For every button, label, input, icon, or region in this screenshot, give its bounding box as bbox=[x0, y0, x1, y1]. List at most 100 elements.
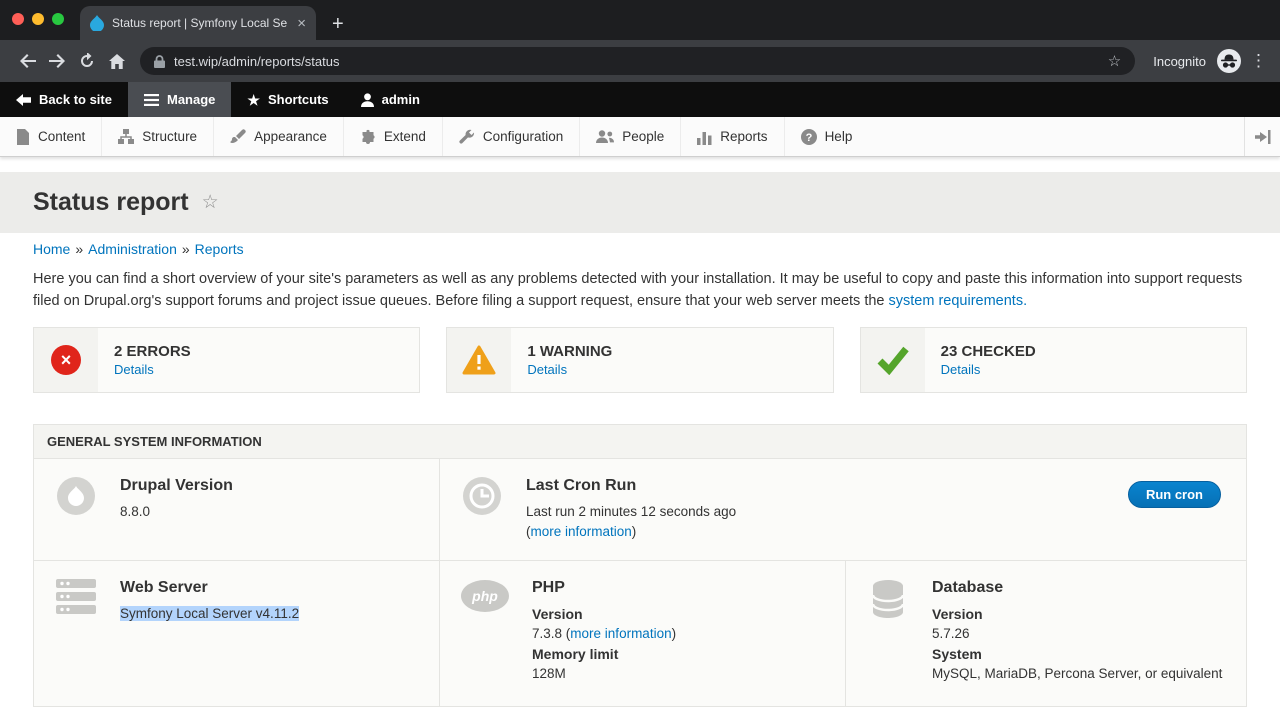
menu-item-structure[interactable]: Structure bbox=[102, 117, 214, 156]
favorite-star-icon[interactable]: ☆ bbox=[202, 191, 219, 214]
content-icon bbox=[16, 129, 30, 145]
drupal-icon bbox=[57, 477, 95, 515]
error-icon: × bbox=[51, 345, 81, 375]
hamburger-icon bbox=[144, 94, 159, 106]
close-tab-icon[interactable]: × bbox=[297, 16, 306, 31]
browser-menu-icon[interactable]: ⋮ bbox=[1250, 51, 1268, 71]
menu-item-configuration[interactable]: Configuration bbox=[443, 117, 580, 156]
menu-item-appearance[interactable]: Appearance bbox=[214, 117, 344, 156]
breadcrumb-home[interactable]: Home bbox=[33, 241, 70, 257]
menu-item-extend[interactable]: Extend bbox=[344, 117, 443, 156]
breadcrumb-separator: » bbox=[75, 241, 83, 257]
shortcuts-tab[interactable]: ★ Shortcuts bbox=[231, 82, 344, 117]
svg-text:php: php bbox=[471, 588, 498, 604]
zoom-window-button[interactable] bbox=[52, 13, 64, 25]
back-to-site-link[interactable]: Back to site bbox=[0, 82, 128, 117]
web-server-title: Web Server bbox=[120, 579, 299, 597]
clock-icon bbox=[463, 477, 501, 515]
people-icon bbox=[596, 129, 614, 145]
drupal-version-title: Drupal Version bbox=[120, 477, 233, 495]
menu-item-people[interactable]: People bbox=[580, 117, 681, 156]
intro-paragraph: Here you can find a short overview of yo… bbox=[33, 269, 1247, 312]
warning-icon bbox=[462, 345, 496, 375]
shortcuts-star-icon: ★ bbox=[247, 93, 260, 107]
warnings-count: 1 WARNING bbox=[527, 343, 612, 360]
admin-menubar: Content Structure Appearance Extend Conf… bbox=[0, 117, 1280, 157]
panel-row-2: Web Server Symfony Local Server v4.11.2 … bbox=[34, 560, 1246, 706]
php-memory-label: Memory limit bbox=[532, 644, 676, 664]
cron-more-information-link[interactable]: more information bbox=[531, 524, 632, 539]
errors-card[interactable]: × 2 ERRORS Details bbox=[33, 327, 420, 393]
breadcrumb-reports[interactable]: Reports bbox=[195, 241, 244, 257]
back-icon[interactable] bbox=[12, 46, 42, 76]
drupal-version-cell: Drupal Version 8.8.0 bbox=[34, 459, 439, 560]
cron-title: Last Cron Run bbox=[526, 477, 736, 495]
menu-item-help[interactable]: ? Help bbox=[785, 117, 869, 156]
menu-item-content[interactable]: Content bbox=[0, 117, 102, 156]
home-icon[interactable] bbox=[102, 46, 132, 76]
user-menu[interactable]: admin bbox=[345, 82, 436, 117]
minimize-window-button[interactable] bbox=[32, 13, 44, 25]
php-icon: php bbox=[460, 579, 510, 613]
errors-count: 2 ERRORS bbox=[114, 343, 191, 360]
server-icon bbox=[56, 579, 96, 614]
main-content: Home » Administration » Reports Here you can… bbox=[0, 241, 1280, 707]
manage-tab[interactable]: Manage bbox=[128, 82, 231, 117]
page-title: Status report bbox=[33, 188, 189, 217]
errors-details-link[interactable]: Details bbox=[114, 362, 191, 377]
url-text[interactable]: test.wip/admin/reports/status bbox=[174, 54, 1099, 69]
close-window-button[interactable] bbox=[12, 13, 24, 25]
bookmark-star-icon[interactable]: ☆ bbox=[1108, 52, 1121, 70]
web-server-value: Symfony Local Server v4.11.2 bbox=[120, 606, 299, 621]
breadcrumb: Home » Administration » Reports bbox=[33, 241, 1247, 257]
panel-row-1: Drupal Version 8.8.0 Last Cron Run Last … bbox=[34, 458, 1246, 560]
configuration-icon bbox=[459, 129, 475, 145]
content-gap bbox=[0, 157, 1280, 172]
browser-tabstrip: Status report | Symfony Local Se × + bbox=[0, 0, 1280, 40]
incognito-label: Incognito bbox=[1153, 54, 1206, 69]
php-more-information-link[interactable]: more information bbox=[570, 626, 671, 641]
warnings-details-link[interactable]: Details bbox=[527, 362, 612, 377]
drupal-version-value: 8.8.0 bbox=[120, 502, 233, 522]
forward-icon[interactable] bbox=[42, 46, 72, 76]
appearance-icon bbox=[230, 129, 246, 145]
checked-details-link[interactable]: Details bbox=[941, 362, 1036, 377]
checked-count: 23 CHECKED bbox=[941, 343, 1036, 360]
panel-header: GENERAL SYSTEM INFORMATION bbox=[34, 425, 1246, 458]
breadcrumb-administration[interactable]: Administration bbox=[88, 241, 177, 257]
checked-card[interactable]: 23 CHECKED Details bbox=[860, 327, 1247, 393]
database-icon bbox=[871, 579, 905, 619]
breadcrumb-separator: » bbox=[182, 241, 190, 257]
toolbar-orientation-toggle[interactable] bbox=[1244, 117, 1280, 156]
php-memory-value: 128M bbox=[532, 664, 676, 684]
menu-item-reports[interactable]: Reports bbox=[681, 117, 784, 156]
run-cron-button[interactable]: Run cron bbox=[1128, 481, 1221, 508]
warnings-card[interactable]: 1 WARNING Details bbox=[446, 327, 833, 393]
reports-icon bbox=[697, 129, 712, 145]
incognito-icon bbox=[1216, 48, 1242, 74]
new-tab-button[interactable]: + bbox=[332, 14, 344, 34]
address-bar[interactable]: test.wip/admin/reports/status ☆ bbox=[140, 47, 1135, 75]
lock-icon bbox=[154, 55, 165, 68]
database-title: Database bbox=[932, 579, 1222, 597]
drupal-favicon-icon bbox=[90, 15, 104, 31]
system-requirements-link[interactable]: system requirements. bbox=[889, 293, 1028, 309]
php-title: PHP bbox=[532, 579, 676, 597]
back-arrow-icon bbox=[16, 94, 31, 106]
php-version-label: Version bbox=[532, 604, 676, 624]
status-summary-cards: × 2 ERRORS Details 1 WARNING Details 23 … bbox=[33, 327, 1247, 393]
svg-text:?: ? bbox=[805, 132, 812, 144]
browser-tab[interactable]: Status report | Symfony Local Se × bbox=[80, 6, 316, 40]
structure-icon bbox=[118, 129, 134, 145]
last-cron-run-cell: Last Cron Run Last run 2 minutes 12 seco… bbox=[439, 459, 1246, 560]
database-system-label: System bbox=[932, 644, 1222, 664]
collapse-icon bbox=[1255, 130, 1271, 144]
tab-title: Status report | Symfony Local Se bbox=[112, 16, 289, 30]
browser-toolbar: test.wip/admin/reports/status ☆ Incognit… bbox=[0, 40, 1280, 82]
general-system-information-panel: GENERAL SYSTEM INFORMATION Drupal Versio… bbox=[33, 424, 1247, 707]
database-version-label: Version bbox=[932, 604, 1222, 624]
extend-icon bbox=[360, 129, 376, 145]
admin-toolbar: Back to site Manage ★ Shortcuts admin bbox=[0, 82, 1280, 117]
reload-icon[interactable] bbox=[72, 46, 102, 76]
database-cell: Database Version 5.7.26 System MySQL, Ma… bbox=[845, 561, 1246, 706]
